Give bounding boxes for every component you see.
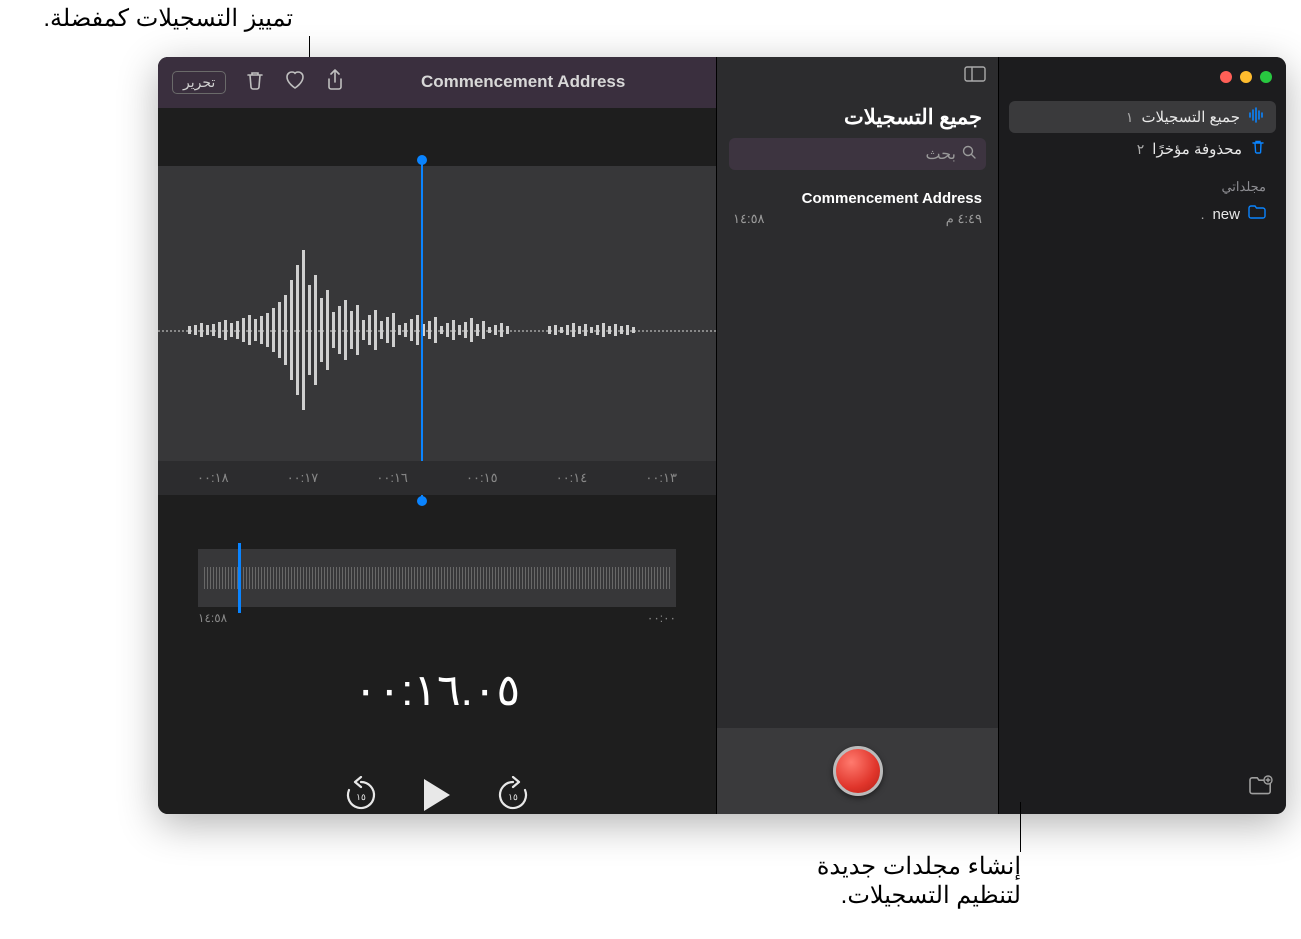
ruler-tick: ٠٠:١٨ <box>168 470 258 486</box>
recordings-header: جميع التسجيلات <box>717 95 998 138</box>
record-button[interactable] <box>833 746 883 796</box>
overview-waveform[interactable] <box>198 549 676 607</box>
skip-back-button[interactable]: ١٥ <box>344 776 378 814</box>
ruler-tick: ٠٠:١٧ <box>258 470 348 486</box>
search-wrap: بحث <box>717 138 998 180</box>
svg-text:١٥: ١٥ <box>356 792 366 802</box>
ruler-tick: ٠٠:١٥ <box>437 470 527 486</box>
zoom-window-button[interactable] <box>1260 71 1272 83</box>
callout-text: إنشاء مجلدات جديدة <box>817 852 1021 881</box>
overview-end: ١٤:٥٨ <box>198 611 227 625</box>
sidebar-item-recently-deleted[interactable]: محذوفة مؤخرًا ٢ <box>1009 133 1276 165</box>
overview-playhead[interactable] <box>238 543 241 613</box>
waveform-bars <box>188 250 509 410</box>
close-window-button[interactable] <box>1220 71 1232 83</box>
edit-button[interactable]: تحرير <box>172 71 226 94</box>
svg-text:١٥: ١٥ <box>508 792 518 802</box>
search-icon <box>962 145 976 164</box>
window-controls <box>999 57 1286 91</box>
recordings-titlebar <box>717 57 998 95</box>
callout-line <box>1020 802 1021 852</box>
recording-row[interactable]: Commencement Address ٤:٤٩ م ١٤:٥٨ <box>717 180 998 237</box>
folder-list: جميع التسجيلات ١ محذوفة مؤخرًا ٢ مجلداتي… <box>999 91 1286 763</box>
search-input[interactable]: بحث <box>729 138 986 170</box>
sidebar-item-count: ١ <box>1126 109 1134 126</box>
callout-favorite: تمييز التسجيلات كمفضلة. <box>43 4 293 33</box>
toggle-sidebar-button[interactable] <box>964 66 986 87</box>
callout-favorite-text: تمييز التسجيلات كمفضلة. <box>43 5 293 32</box>
trash-icon <box>1250 139 1266 159</box>
sidebar-item-label: جميع التسجيلات <box>1141 108 1240 126</box>
ruler-tick: ٠٠:١٦ <box>347 470 437 486</box>
new-folder-button[interactable] <box>1248 775 1274 802</box>
playback-controls: ١٥ ١٥ <box>158 776 716 814</box>
playhead[interactable] <box>421 160 423 501</box>
overview-start: ٠٠:٠٠ <box>647 611 676 625</box>
play-button[interactable] <box>422 777 452 813</box>
ruler-tick: ٠٠:١٤ <box>527 470 617 486</box>
sidebar-item-label: new <box>1212 206 1240 223</box>
skip-forward-button[interactable]: ١٥ <box>496 776 530 814</box>
voice-memos-window: جميع التسجيلات ١ محذوفة مؤخرًا ٢ مجلداتي… <box>158 57 1286 814</box>
current-time-display: ٠٠:١٦.٠٥ <box>158 665 716 716</box>
record-button-area <box>717 728 998 814</box>
sidebar-item-label: محذوفة مؤخرًا <box>1152 140 1242 158</box>
share-button[interactable] <box>326 69 344 96</box>
callout-text: لتنظيم التسجيلات. <box>817 881 1021 910</box>
sidebar-item-count: . <box>1201 206 1205 222</box>
recording-duration: ١٤:٥٨ <box>733 211 765 227</box>
overview-labels: ٠٠:٠٠ ١٤:٥٨ <box>198 611 676 625</box>
sidebar-footer <box>999 763 1286 814</box>
editor-toolbar: Commencement Address تحرير <box>158 57 716 108</box>
overview-bars <box>204 567 670 589</box>
time-ruler: ٠٠:١٣ ٠٠:١٤ ٠٠:١٥ ٠٠:١٦ ٠٠:١٧ ٠٠:١٨ <box>158 461 716 495</box>
ruler-tick: ٠٠:١٣ <box>616 470 706 486</box>
waveform-icon <box>1248 107 1266 127</box>
recording-title: Commencement Address <box>733 190 982 207</box>
sidebar-item-folder-new[interactable]: new . <box>1009 199 1276 229</box>
editor-panel: Commencement Address تحرير <box>158 57 716 814</box>
folders-sidebar: جميع التسجيلات ١ محذوفة مؤخرًا ٢ مجلداتي… <box>998 57 1286 814</box>
toolbar-actions: تحرير <box>172 69 344 96</box>
sidebar-item-all-recordings[interactable]: جميع التسجيلات ١ <box>1009 101 1276 133</box>
delete-button[interactable] <box>246 70 264 95</box>
recordings-list-panel: جميع التسجيلات بحث Commencement Address … <box>716 57 998 814</box>
search-placeholder: بحث <box>926 144 957 164</box>
waveform-display[interactable]: ٠٠:١٣ ٠٠:١٤ ٠٠:١٥ ٠٠:١٦ ٠٠:١٧ ٠٠:١٨ <box>158 166 716 495</box>
sidebar-item-count: ٢ <box>1137 141 1145 158</box>
waveform-bars <box>548 323 635 337</box>
recording-time: ٤:٤٩ م <box>946 211 982 227</box>
folder-icon <box>1248 205 1266 223</box>
editor-title: Commencement Address <box>344 72 702 92</box>
callout-new-folder: إنشاء مجلدات جديدة لتنظيم التسجيلات. <box>817 852 1021 910</box>
favorite-button[interactable] <box>284 70 306 95</box>
minimize-window-button[interactable] <box>1240 71 1252 83</box>
my-folders-header: مجلداتي <box>1009 165 1276 199</box>
